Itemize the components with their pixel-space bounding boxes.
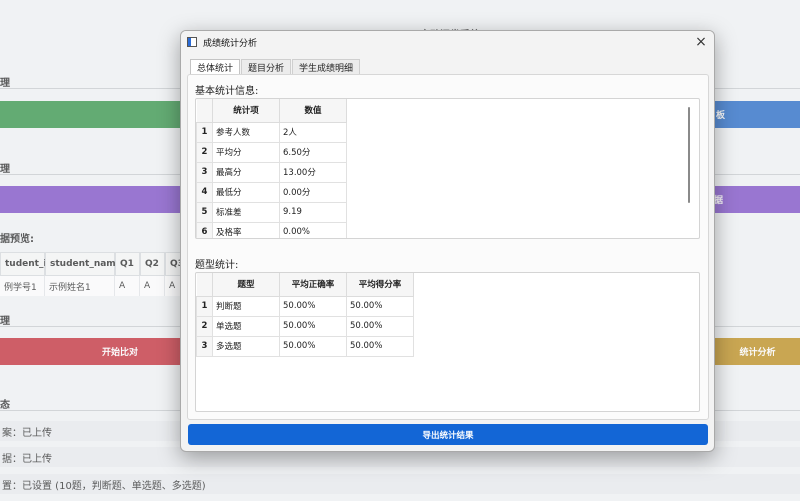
type-stats-label: 题型统计: [195,260,239,271]
basic-stats-table[interactable]: 统计项 数值 1 参考人数 2人 2 平均分 6.50分 3 最高分 13.00… [195,98,700,239]
section-header-4: 态 [0,400,10,411]
compare-button[interactable]: 开始比对 [0,338,200,365]
stats-button[interactable]: 统计分析 [715,338,800,365]
tab-question-analysis[interactable]: 题目分析 [241,59,292,74]
stat-value: 13.00分 [279,161,347,183]
tab-student-details[interactable]: 学生成绩明细 [292,59,361,74]
preview-header: student_name [45,252,122,276]
row-number: 6 [196,221,213,238]
tab-bar: 总体统计 题目分析 学生成绩明细 [190,59,361,74]
blue-action-band[interactable]: 板 [700,101,800,128]
export-results-button[interactable]: 导出统计结果 [188,424,708,445]
stat-value: 0.00分 [279,181,347,203]
stats-dialog: 成绩统计分析 × 总体统计 题目分析 学生成绩明细 基本统计信息: 统计项 数值… [180,30,715,452]
table-row[interactable]: 1 判断题 50.00% 50.00% [196,295,414,317]
table-row[interactable]: 2 单选题 50.00% 50.00% [196,315,414,337]
row-number: 5 [196,201,213,223]
stat-value: 2人 [279,121,347,143]
stat-item: 最高分 [212,161,280,183]
dialog-title: 成绩统计分析 [203,38,258,49]
type-stats-table[interactable]: 题型 平均正确率 平均得分率 1 判断题 50.00% 50.00% 2 单选题… [195,272,700,412]
preview-cell: A [115,276,140,296]
correct-rate: 50.00% [279,335,347,357]
score-rate: 50.00% [346,335,414,357]
table-corner [196,99,213,123]
section-header-3: 理 [0,316,10,327]
correct-rate: 50.00% [279,295,347,317]
correct-rate: 50.00% [279,315,347,337]
green-action-band[interactable] [0,101,200,128]
window-app-icon [187,37,197,47]
table-row[interactable]: 1 参考人数 2人 [196,121,347,143]
score-rate: 50.00% [346,315,414,337]
stat-value: 9.19 [279,201,347,223]
row-number: 1 [196,295,213,317]
vertical-scrollbar[interactable] [688,107,690,203]
row-number: 2 [196,141,213,163]
row-number: 4 [196,181,213,203]
preview-cell: 示例姓名1 [45,276,115,296]
tab-pane-overall: 基本统计信息: 统计项 数值 1 参考人数 2人 2 平均分 6.50分 3 最… [187,74,709,420]
dialog-titlebar[interactable]: 成绩统计分析 × [181,31,714,53]
question-type: 单选题 [212,315,280,337]
purple-action-band[interactable] [0,186,200,213]
preview-header: Q1 [115,252,140,276]
table-row[interactable]: 3 最高分 13.00分 [196,161,347,183]
stat-item: 标准差 [212,201,280,223]
question-type: 多选题 [212,335,280,357]
table-row[interactable]: 5 标准差 9.19 [196,201,347,223]
table-row[interactable]: 2 平均分 6.50分 [196,141,347,163]
row-number: 2 [196,315,213,337]
table-corner [196,273,213,297]
table-row[interactable]: 4 最低分 0.00分 [196,181,347,203]
status-config: 置：已设置 (10题，判断题、单选题、多选题) [0,474,800,494]
column-header-correct-rate[interactable]: 平均正确率 [279,273,347,297]
purple-action-band-right[interactable]: 据 [700,186,800,213]
column-header-type[interactable]: 题型 [212,273,280,297]
stat-item: 参考人数 [212,121,280,143]
question-type: 判断题 [212,295,280,317]
stat-item: 及格率 [212,221,280,238]
table-row[interactable]: 6 及格率 0.00% [196,221,347,238]
column-header-score-rate[interactable]: 平均得分率 [346,273,414,297]
preview-header: tudent_id [0,252,53,276]
section-header-1: 理 [0,78,10,89]
stat-value: 0.00% [279,221,347,238]
row-number: 3 [196,161,213,183]
column-header-item[interactable]: 统计项 [212,99,280,123]
row-number: 1 [196,121,213,143]
close-icon[interactable]: × [688,31,714,53]
basic-stats-label: 基本统计信息: [195,86,259,97]
stat-item: 最低分 [212,181,280,203]
preview-cell: 例学号1 [0,276,45,296]
preview-label: 据预览: [0,234,34,245]
section-header-2: 理 [0,164,10,175]
table-row[interactable]: 3 多选题 50.00% 50.00% [196,335,414,357]
column-header-value[interactable]: 数值 [279,99,347,123]
preview-header: Q2 [140,252,165,276]
score-rate: 50.00% [346,295,414,317]
stat-item: 平均分 [212,141,280,163]
tab-overall[interactable]: 总体统计 [190,59,241,74]
stat-value: 6.50分 [279,141,347,163]
preview-cell: A [140,276,165,296]
row-number: 3 [196,335,213,357]
